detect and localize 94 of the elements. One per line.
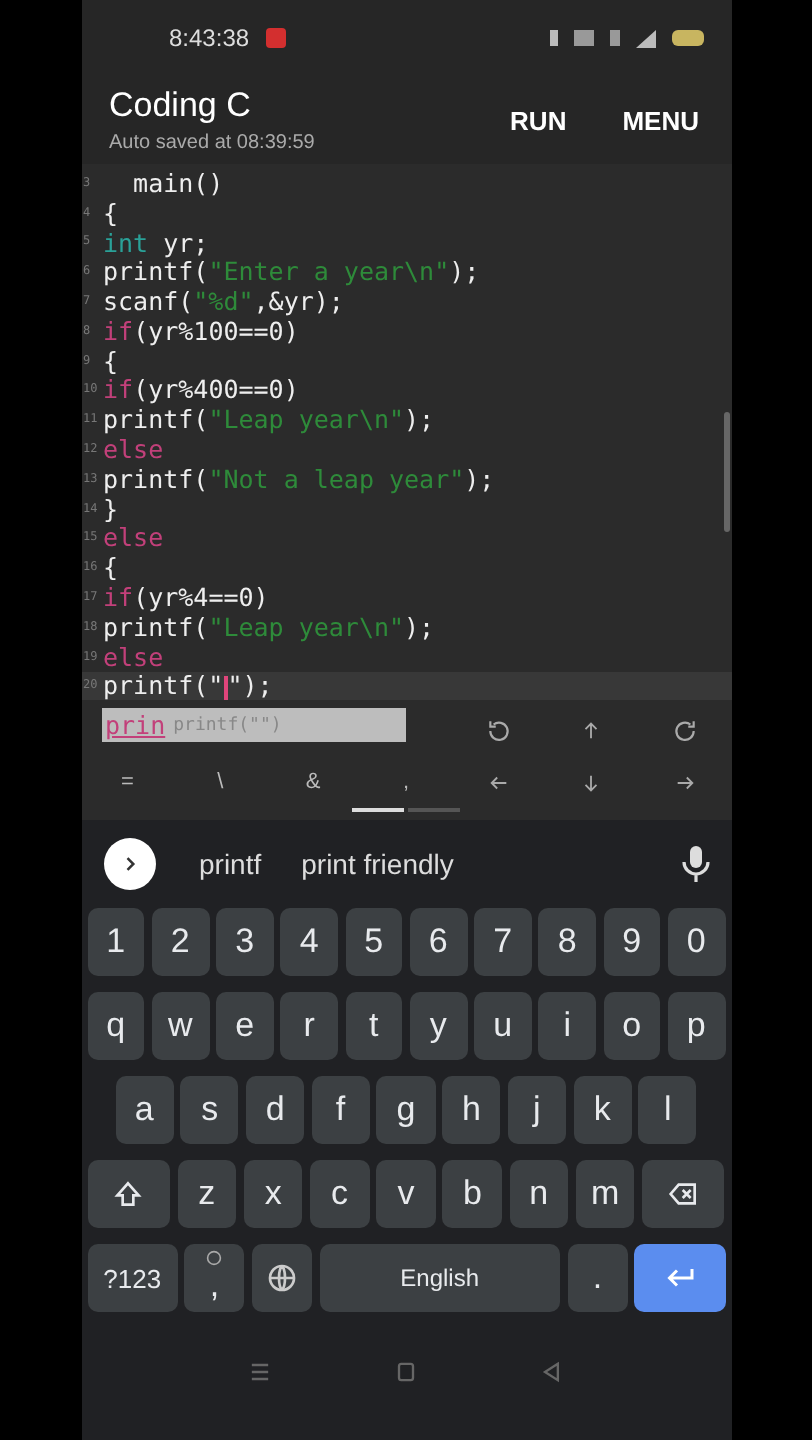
keyboard-key[interactable]: m xyxy=(575,1160,635,1228)
symbol-key[interactable]: = xyxy=(120,770,134,795)
code-line: else xyxy=(103,641,164,672)
word-suggestion[interactable]: printf xyxy=(183,840,278,888)
left-arrow-icon[interactable] xyxy=(487,771,510,794)
emoji-icon xyxy=(206,1250,223,1266)
keyboard-key[interactable]: q xyxy=(87,992,145,1060)
keyboard-key[interactable]: l xyxy=(638,1076,697,1144)
keyboard-key[interactable]: 9 xyxy=(603,908,661,976)
expand-button[interactable] xyxy=(103,838,155,890)
up-arrow-icon[interactable] xyxy=(580,719,603,742)
redo-icon[interactable] xyxy=(671,717,698,744)
space-key[interactable]: English xyxy=(319,1244,561,1312)
right-arrow-icon[interactable] xyxy=(673,771,696,794)
shift-key[interactable] xyxy=(87,1160,171,1228)
keyboard-key[interactable]: t xyxy=(345,992,403,1060)
keyboard-key[interactable]: p xyxy=(667,992,725,1060)
keyboard-key[interactable]: 6 xyxy=(409,908,467,976)
keyboard-key[interactable]: u xyxy=(474,992,532,1060)
status-time: 8:43:38 xyxy=(169,24,250,52)
backspace-icon[interactable] xyxy=(667,1178,700,1210)
sim-icon xyxy=(609,30,619,46)
keyboard-key[interactable]: v xyxy=(376,1160,436,1228)
code-line: printf("Not a leap year"); xyxy=(103,463,495,494)
down-arrow-icon[interactable] xyxy=(580,771,603,794)
signal-icon xyxy=(635,29,655,47)
autosave-status: Auto saved at 08:39:59 xyxy=(109,132,317,154)
comma-key[interactable]: , xyxy=(184,1244,245,1312)
keyboard-key[interactable]: i xyxy=(538,992,596,1060)
vibrate-icon xyxy=(549,30,557,46)
code-editor[interactable] xyxy=(81,164,731,704)
code-line: scanf("%d",&yr); xyxy=(103,286,344,317)
backspace-key[interactable] xyxy=(641,1160,725,1228)
keyboard-key[interactable]: f xyxy=(311,1076,370,1144)
code-line: { xyxy=(103,345,119,376)
toolbar-action[interactable]: RUN xyxy=(498,97,579,143)
code-line: if(yr%100==0) xyxy=(103,315,299,346)
keyboard-key[interactable]: z xyxy=(177,1160,237,1228)
keyboard-key[interactable]: 8 xyxy=(538,908,596,976)
code-line: main() xyxy=(131,167,224,198)
keyboard-key[interactable]: 4 xyxy=(280,908,338,976)
language-key[interactable] xyxy=(251,1244,313,1312)
symbol-key[interactable]: & xyxy=(305,770,321,795)
toolbar-action[interactable]: MENU xyxy=(610,97,711,143)
symbol-key[interactable]: \ xyxy=(217,770,224,795)
code-line: printf("Enter a year\n"); xyxy=(103,256,480,287)
keyboard-key[interactable]: e xyxy=(216,992,274,1060)
keyboard-key[interactable]: r xyxy=(280,992,338,1060)
symbols-key[interactable]: ?123 xyxy=(87,1244,178,1312)
globe-icon[interactable] xyxy=(265,1262,298,1294)
keyboard-key[interactable]: k xyxy=(573,1076,632,1144)
code-line: { xyxy=(103,197,119,228)
keyboard-key[interactable]: 3 xyxy=(216,908,274,976)
home-icon[interactable] xyxy=(392,1358,420,1386)
keyboard-key[interactable]: w xyxy=(151,992,209,1060)
keyboard-key[interactable]: d xyxy=(245,1076,305,1144)
microphone-icon[interactable] xyxy=(681,846,709,882)
code-line: { xyxy=(103,552,119,583)
battery-icon xyxy=(671,30,703,46)
keyboard-key[interactable]: x xyxy=(243,1160,303,1228)
code-line: int yr; xyxy=(103,227,209,257)
keyboard-key[interactable]: 7 xyxy=(474,908,532,976)
keyboard-key[interactable]: h xyxy=(442,1076,501,1144)
keyboard-key[interactable]: a xyxy=(115,1076,174,1144)
undo-icon[interactable] xyxy=(485,717,512,744)
code-line: else xyxy=(103,434,164,465)
word-suggestion[interactable]: print friendly xyxy=(285,840,470,888)
shift-icon[interactable] xyxy=(112,1178,145,1210)
code-line: printf("Leap year\n"); xyxy=(103,404,435,435)
code-line: printf(" "); xyxy=(103,670,273,701)
keyboard-key[interactable]: j xyxy=(507,1076,567,1144)
app-title: Coding C xyxy=(109,86,253,126)
code-line: } xyxy=(103,493,119,524)
keyboard-key[interactable]: s xyxy=(180,1076,239,1144)
keyboard-key[interactable]: g xyxy=(376,1076,436,1144)
keyboard-key[interactable]: 1 xyxy=(87,908,145,976)
keyboard-key[interactable]: 5 xyxy=(345,908,403,976)
keyboard-key[interactable]: y xyxy=(409,992,467,1060)
code-line: if(yr%4==0) xyxy=(103,582,269,613)
keyboard-key[interactable]: 0 xyxy=(667,908,725,976)
keyboard-key[interactable]: 2 xyxy=(151,908,209,976)
keyboard-key[interactable]: n xyxy=(509,1160,569,1228)
period-key[interactable]: . xyxy=(567,1244,628,1312)
keyboard-key[interactable]: o xyxy=(603,992,661,1060)
code-line: if(yr%400==0) xyxy=(103,374,299,405)
scrollbar[interactable] xyxy=(723,412,729,532)
record-icon xyxy=(265,28,286,48)
network-speed-icon xyxy=(573,30,593,46)
symbol-key[interactable]: , xyxy=(402,770,410,795)
menu-icon[interactable] xyxy=(246,1358,274,1386)
code-line: else xyxy=(103,522,164,553)
keyboard-key[interactable]: b xyxy=(442,1160,503,1228)
keyboard-key[interactable]: c xyxy=(309,1160,370,1228)
code-line: printf("Leap year\n"); xyxy=(103,611,435,642)
